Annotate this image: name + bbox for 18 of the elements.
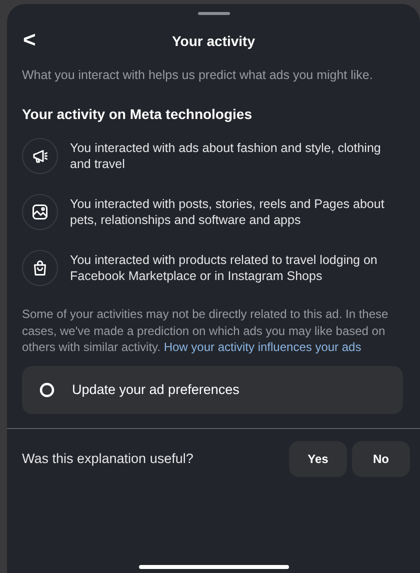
image-icon — [22, 194, 58, 230]
influence-link[interactable]: How your activity influences your ads — [164, 340, 362, 354]
drag-handle[interactable] — [198, 12, 230, 15]
activity-text: You interacted with products related to travel lodging on Facebook Marketplace or in Instagram Shops — [70, 252, 378, 284]
activity-text: You interacted with ads about fashion and style, clothing and travel — [70, 140, 382, 172]
back-button[interactable]: < — [19, 27, 40, 53]
sheet-title: Your activity — [172, 33, 255, 49]
feedback-button[interactable]: Yes — [289, 440, 347, 476]
feedback-button[interactable]: No — [352, 440, 410, 476]
intro-text: What you interact with helps us predict what ads you might like. — [22, 67, 374, 84]
section-heading: Your activity on Meta technologies — [22, 106, 254, 122]
megaphone-icon — [22, 138, 58, 174]
preferences-button[interactable]: Update your ad preferences — [22, 366, 403, 414]
settings-icon — [38, 380, 56, 398]
explanation-text: Some of your activities may not be directly related to this ad. In these cases, we've made a prediction on which ads you may like based on others with similar activity. How your activity influences your ads — [22, 306, 390, 356]
activity-text: You interacted with posts, stories, reels and Pages about pets, relationships and software and apps — [70, 196, 386, 228]
feedback-question: Was this explanation useful? — [22, 451, 194, 466]
shopping-bag-icon — [22, 250, 58, 286]
